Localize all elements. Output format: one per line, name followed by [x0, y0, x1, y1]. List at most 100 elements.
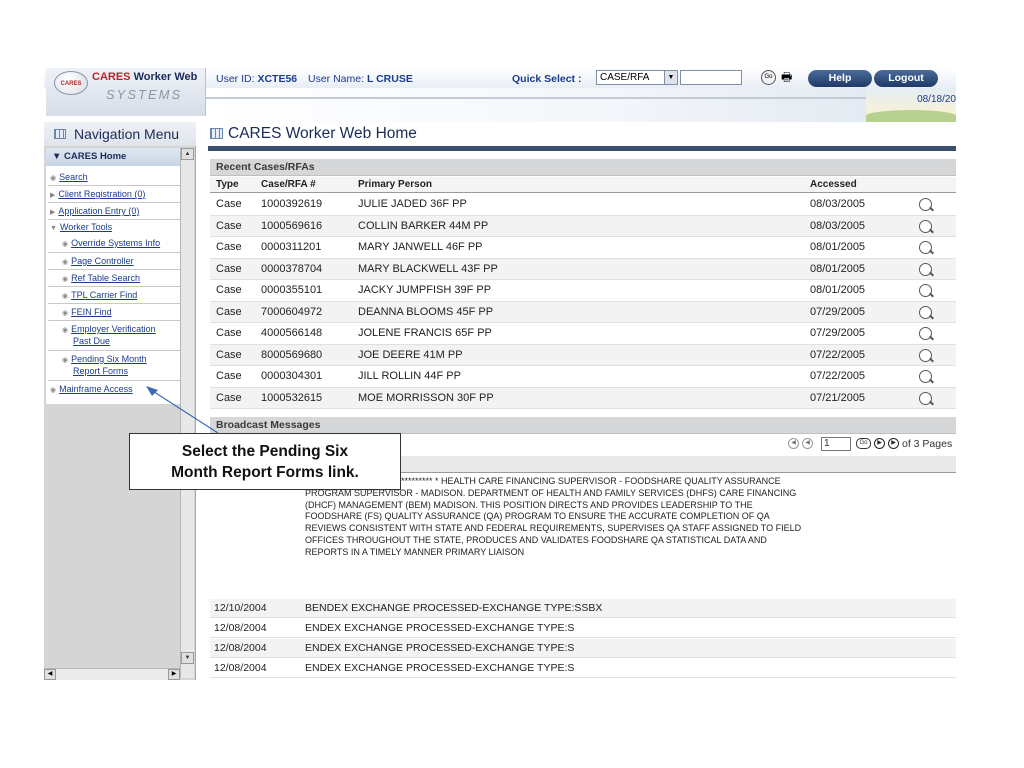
table-row[interactable]: Case 4000566148 JOLENE FRANCIS 65F PP 07/29… — [210, 323, 956, 345]
table-row[interactable]: Case 1000569616 COLLIN BARKER 44M PP 08/03/… — [210, 215, 956, 237]
cell-number: 4000566148 — [261, 327, 323, 339]
nav-item-mainframe-access[interactable]: ◉ Mainframe Access — [50, 384, 133, 396]
nav-item-page-controller[interactable]: ◉ Page Controller — [62, 256, 134, 268]
table-row[interactable]: Case 0000311201 MARY JANWELL 46F PP 08/01/2… — [210, 237, 956, 259]
nav-item-override-systems-info[interactable]: ◉ Override Systems Info — [62, 238, 160, 250]
magnifier-icon[interactable] — [919, 327, 932, 340]
cell-number: 7000604972 — [261, 305, 323, 318]
cell-number: 0000355101 — [261, 284, 323, 296]
nav-horizontal-scrollbar[interactable]: ◀ ▶ — [44, 668, 180, 680]
prev-page-icon[interactable]: ◀ — [802, 438, 813, 449]
quick-select-dropdown[interactable]: CASE/RFA ▼ — [596, 70, 678, 85]
next-page-icon[interactable]: ▶ — [874, 438, 885, 449]
callout-line-2: Month Report Forms link. — [171, 464, 359, 481]
logout-button[interactable]: Logout — [874, 70, 938, 87]
table-row[interactable]: Case 0000378704 MARY BLACKWELL 43F PP 08/01… — [210, 258, 956, 280]
nav-item-employer-verification-line2[interactable]: Past Due — [73, 336, 110, 347]
quick-select-input[interactable] — [680, 70, 742, 85]
nav-title: Navigation Menu — [44, 122, 196, 146]
nav-panel: ▼ CARES Home ◉ Search ▶ Client Registratio… — [46, 148, 182, 404]
cell-accessed: 08/03/2005 — [810, 198, 866, 210]
message-date: 12/10/2004 — [214, 602, 267, 614]
triangle-right-icon: ▶ — [50, 209, 56, 216]
first-page-icon[interactable]: ◀ — [788, 438, 799, 449]
col-primary-person: Primary Person — [358, 179, 432, 190]
message-date: 12/08/2004 — [214, 642, 267, 654]
nav-divider — [48, 320, 180, 321]
quick-select-label: Quick Select : — [512, 73, 582, 85]
magnifier-icon[interactable] — [919, 198, 932, 211]
last-page-icon[interactable]: ▶ — [888, 438, 899, 449]
pager-go-button[interactable]: Go — [856, 438, 871, 449]
cell-type: Case — [216, 391, 242, 404]
magnifier-icon[interactable] — [919, 262, 932, 276]
chevron-down-icon[interactable]: ▼ — [664, 71, 677, 84]
bullet-icon: ◉ — [62, 276, 69, 283]
print-icon[interactable]: 🖶 — [781, 70, 796, 85]
nav-item-application-entry[interactable]: ▶ Application Entry (0) — [50, 206, 139, 218]
triangle-right-icon: ▶ — [50, 192, 56, 199]
cell-number: 1000392619 — [261, 198, 323, 210]
scroll-up-icon[interactable]: ▲ — [181, 148, 194, 160]
cell-person: JILL ROLLIN 44F PP — [358, 370, 461, 382]
message-text: BENDEX EXCHANGE PROCESSED-EXCHANGE TYPE:… — [305, 602, 603, 614]
magnifier-icon[interactable] — [919, 391, 932, 405]
table-row[interactable]: Case 7000604972 DEANNA BLOOMS 45F PP 07/29/… — [210, 301, 956, 323]
magnifier-icon[interactable] — [919, 241, 932, 254]
table-row[interactable]: Case 0000304301 JILL ROLLIN 44F PP 07/22/20… — [210, 366, 956, 388]
table-row[interactable]: Case 0000355101 JACKY JUMPFISH 39F PP 08/01… — [210, 280, 956, 302]
table-row[interactable]: Case 1000532615 MOE MORRISSON 30F PP 07/21/… — [210, 387, 956, 409]
cell-person: JOE DEERE 41M PP — [358, 348, 463, 361]
nav-item-client-registration[interactable]: ▶ Client Registration (0) — [50, 189, 145, 201]
table-row[interactable]: Case 1000392619 JULIE JADED 36F PP 08/03/20… — [210, 194, 956, 216]
message-text: ENDEX EXCHANGE PROCESSED-EXCHANGE TYPE:S — [305, 662, 575, 674]
cell-type: Case — [216, 198, 242, 210]
broadcast-messages-header: Broadcast Messages — [210, 417, 956, 434]
pager: ◀ ◀ 1 Go ▶ ▶ of 3 Pages — [784, 436, 956, 452]
message-date: 12/08/2004 — [214, 622, 267, 634]
nav-divider — [48, 350, 180, 351]
nav-item-pending-six-month[interactable]: ◉ Pending Six Month — [62, 354, 147, 366]
magnifier-icon[interactable] — [919, 370, 932, 383]
cell-accessed: 07/21/2005 — [810, 391, 866, 404]
recent-cases-header: Recent Cases/RFAs — [210, 159, 956, 176]
col-type: Type — [216, 179, 239, 190]
cell-type: Case — [216, 305, 242, 318]
help-button[interactable]: Help — [808, 70, 872, 87]
magnifier-icon[interactable] — [919, 305, 932, 319]
nav-item-employer-verification[interactable]: ◉ Employer Verification — [62, 324, 156, 336]
header-divider — [206, 97, 906, 99]
scroll-left-icon[interactable]: ◀ — [44, 669, 56, 680]
page-title: CARES Worker Web Home — [208, 125, 417, 143]
nav-item-ref-table-search[interactable]: ◉ Ref Table Search — [62, 273, 140, 285]
go-button[interactable]: Go — [761, 70, 776, 85]
callout-line-1: Select the Pending Six — [181, 443, 349, 460]
nav-cares-home[interactable]: ▼ CARES Home — [46, 148, 182, 166]
cell-number: 0000311201 — [261, 241, 322, 253]
scroll-right-icon[interactable]: ▶ — [168, 669, 180, 680]
cell-person: JACKY JUMPFISH 39F PP — [358, 284, 492, 296]
page-count: of 3 Pages — [902, 438, 953, 450]
list-item: 12/10/2004 BENDEX EXCHANGE PROCESSED-EXCH… — [210, 599, 956, 618]
nav-item-search[interactable]: ◉ Search — [50, 172, 88, 184]
nav-item-pending-six-month-line2[interactable]: Report Forms — [73, 366, 128, 377]
nav-scrollbar[interactable]: ▲ ▼ — [180, 148, 194, 678]
nav-item-worker-tools[interactable]: ▼ Worker Tools — [50, 222, 112, 234]
page-number-input[interactable]: 1 — [821, 437, 851, 451]
app-logo: CARES CARES Worker Web SYSTEMS — [46, 68, 206, 116]
cell-accessed: 07/22/2005 — [810, 348, 866, 361]
bullet-icon: ◉ — [50, 175, 57, 182]
scroll-down-icon[interactable]: ▼ — [181, 652, 194, 664]
cell-type: Case — [216, 262, 242, 275]
magnifier-icon[interactable] — [919, 284, 932, 297]
cell-type: Case — [216, 241, 242, 253]
nav-item-tpl-carrier-find[interactable]: ◉ TPL Carrier Find — [62, 290, 137, 302]
nav-item-fein-find[interactable]: ◉ FEIN Find — [62, 307, 112, 319]
table-row[interactable]: Case 8000569680 JOE DEERE 41M PP 07/22/2005 — [210, 344, 956, 366]
magnifier-icon[interactable] — [919, 219, 932, 233]
bullet-icon: ◉ — [62, 327, 69, 334]
bullet-icon: ◉ — [62, 293, 69, 300]
magnifier-icon[interactable] — [919, 348, 932, 362]
cares-badge-icon: CARES — [54, 71, 88, 95]
nav-divider — [48, 380, 180, 381]
